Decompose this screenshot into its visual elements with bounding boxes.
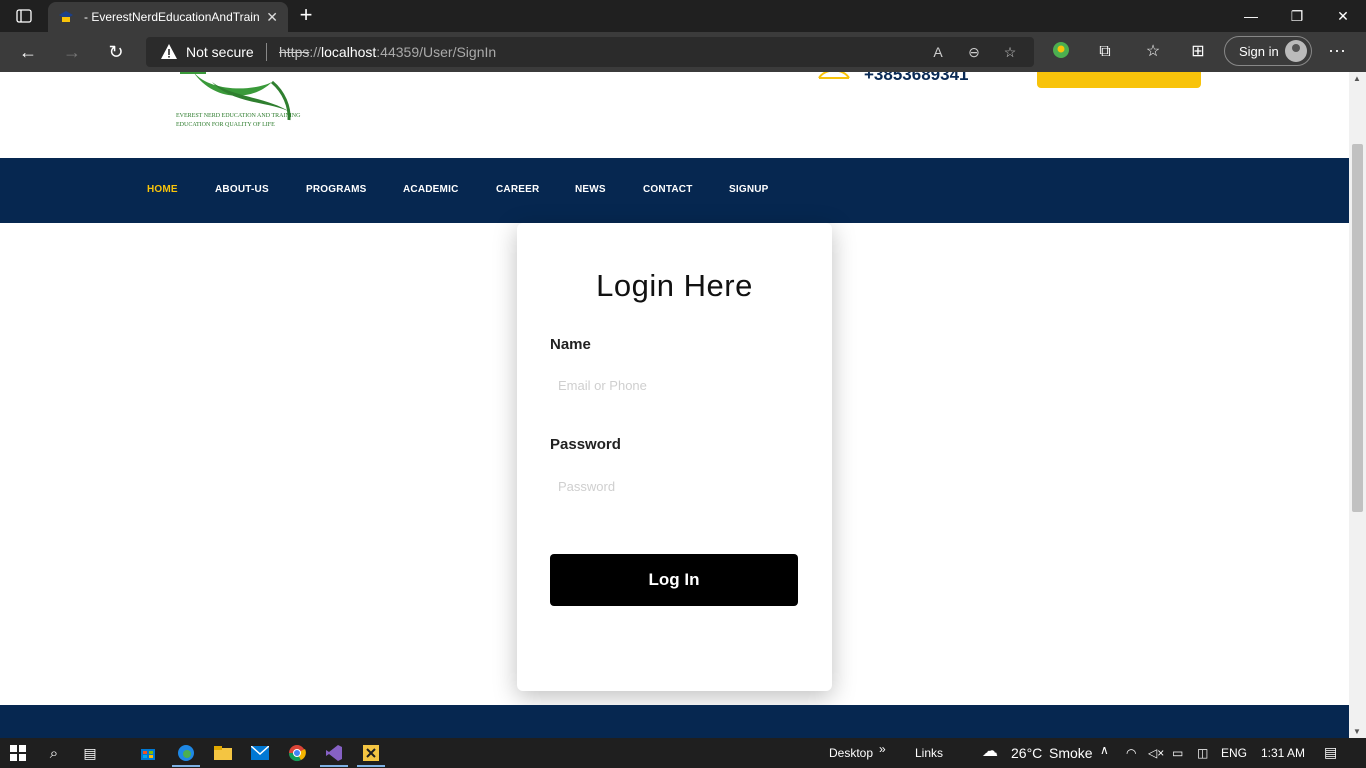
collections-icon[interactable]: ⊞ [1187, 41, 1209, 63]
visual-studio-active-indicator [320, 765, 348, 767]
nav-about-us[interactable]: ABOUT-US [215, 184, 269, 195]
security-label: Not secure [186, 44, 254, 60]
edge-active-indicator [172, 765, 200, 767]
url-separator: :// [309, 44, 322, 60]
weather-condition[interactable]: Smoke [1049, 745, 1093, 761]
wifi-icon[interactable]: ◠ [1126, 746, 1136, 760]
url-host: localhost [321, 44, 377, 60]
extensions-icon[interactable]: ⧉ [1094, 41, 1116, 63]
back-icon[interactable]: ← [16, 40, 40, 64]
store-icon[interactable] [138, 743, 158, 763]
address-bar[interactable]: Not secure https://localhost:44359/User/… [146, 37, 1034, 67]
extension-bulb-icon[interactable] [1050, 41, 1072, 63]
desktop-toolbar-label[interactable]: Desktop [829, 746, 873, 760]
password-input[interactable] [550, 468, 798, 504]
refresh-icon[interactable]: ↻ [104, 40, 128, 64]
app-icon[interactable] [361, 743, 381, 763]
forward-icon[interactable]: → [60, 40, 84, 64]
page-viewport: EVEREST NERD EDUCATION AND TRAINING EDUC… [0, 72, 1349, 738]
edge-icon[interactable] [176, 743, 196, 763]
window-close-icon[interactable]: ✕ [1320, 0, 1366, 32]
notifications-icon[interactable]: ▤ [1324, 744, 1337, 761]
tab-title: - EverestNerdEducationAndTrain [84, 10, 260, 24]
links-toolbar-label[interactable]: Links [915, 746, 943, 760]
browser-toolbar: ← → ↻ Not secure https://localhost:44359… [0, 32, 1366, 72]
url-protocol: https [279, 44, 310, 60]
page-scrollbar[interactable]: ▲ ▼ [1349, 72, 1366, 738]
nav-career[interactable]: CAREER [496, 184, 539, 195]
profile-sign-in-button[interactable]: Sign in [1224, 36, 1312, 66]
browser-tab-active[interactable]: - EverestNerdEducationAndTrain ✕ [48, 2, 288, 32]
browser-tab-bar: - EverestNerdEducationAndTrain ✕ + — ❐ ✕ [0, 0, 1366, 32]
visual-studio-icon[interactable] [324, 743, 344, 763]
scroll-down-icon[interactable]: ▼ [1353, 727, 1361, 736]
search-icon[interactable]: ⌕ [44, 743, 64, 763]
task-view-icon[interactable]: ▤ [80, 743, 100, 763]
language-indicator[interactable]: ENG [1221, 746, 1247, 760]
chrome-icon[interactable] [287, 743, 307, 763]
header-cta-button[interactable] [1037, 72, 1201, 88]
logo-line-1: EVEREST NERD EDUCATION AND TRAINING [176, 113, 301, 119]
favorites-icon[interactable]: ☆ [1142, 41, 1164, 63]
url-path: :44359/User/SignIn [376, 44, 497, 60]
nav-academic[interactable]: ACADEMIC [403, 184, 459, 195]
zoom-out-icon[interactable]: ⊖ [964, 42, 984, 62]
nav-news[interactable]: NEWS [575, 184, 606, 195]
tab-close-icon[interactable]: ✕ [266, 9, 278, 26]
nav-signup[interactable]: SIGNUP [729, 184, 769, 195]
file-explorer-icon[interactable] [213, 743, 233, 763]
scrollbar-thumb[interactable] [1352, 144, 1363, 512]
contact-phone: +3853689341 [864, 72, 969, 84]
sign-in-label: Sign in [1239, 43, 1279, 59]
password-label: Password [550, 436, 621, 453]
read-aloud-icon[interactable]: A [928, 42, 948, 62]
omnibox-divider [266, 43, 267, 61]
network-icon[interactable]: ◫ [1197, 746, 1208, 760]
url-text: https://localhost:44359/User/SignIn [279, 44, 496, 60]
name-input[interactable] [550, 367, 798, 403]
more-options-icon[interactable]: ··· [1328, 40, 1346, 61]
nav-home[interactable]: HOME [147, 184, 178, 195]
add-favorite-icon[interactable]: ☆ [1000, 42, 1020, 62]
chevron-up-icon[interactable]: ∧ [1100, 743, 1109, 757]
graduation-cap-icon [59, 11, 73, 22]
login-button[interactable]: Log In [550, 554, 798, 606]
logo-line-2: EDUCATION FOR QUALITY OF LIFE [176, 122, 275, 128]
app-active-indicator [357, 765, 385, 767]
restore-icon[interactable]: ❐ [1274, 0, 1320, 32]
main-navbar: HOME ABOUT-US PROGRAMS ACADEMIC CAREER N… [0, 158, 1349, 223]
battery-icon[interactable]: ▭ [1172, 746, 1183, 760]
warning-icon [161, 44, 177, 59]
minimize-icon[interactable]: — [1228, 0, 1274, 32]
nav-contact[interactable]: CONTACT [643, 184, 693, 195]
login-title: Login Here [596, 268, 753, 303]
avatar-icon [1285, 40, 1307, 62]
tab-actions-icon[interactable] [8, 4, 40, 28]
volume-muted-icon[interactable]: ◁× [1148, 746, 1164, 760]
nav-programs[interactable]: PROGRAMS [306, 184, 367, 195]
clock[interactable]: 1:31 AM [1261, 746, 1305, 760]
windows-start-icon[interactable] [8, 743, 28, 763]
chevron-right-icon[interactable]: » [879, 742, 886, 756]
new-tab-icon[interactable]: + [296, 4, 316, 28]
name-label: Name [550, 336, 591, 353]
mail-icon[interactable] [250, 743, 270, 763]
windows-taskbar: ⌕ ▤ Desktop » Links ☁ 26°C Smoke ∧ ◠ ◁× … [0, 738, 1366, 768]
phone-icon [818, 72, 850, 79]
temperature[interactable]: 26°C [1011, 745, 1042, 761]
weather-icon[interactable]: ☁ [982, 741, 998, 761]
scroll-up-icon[interactable]: ▲ [1353, 74, 1361, 83]
login-card: Login Here Name Password Log In [517, 223, 832, 691]
footer [0, 705, 1349, 738]
